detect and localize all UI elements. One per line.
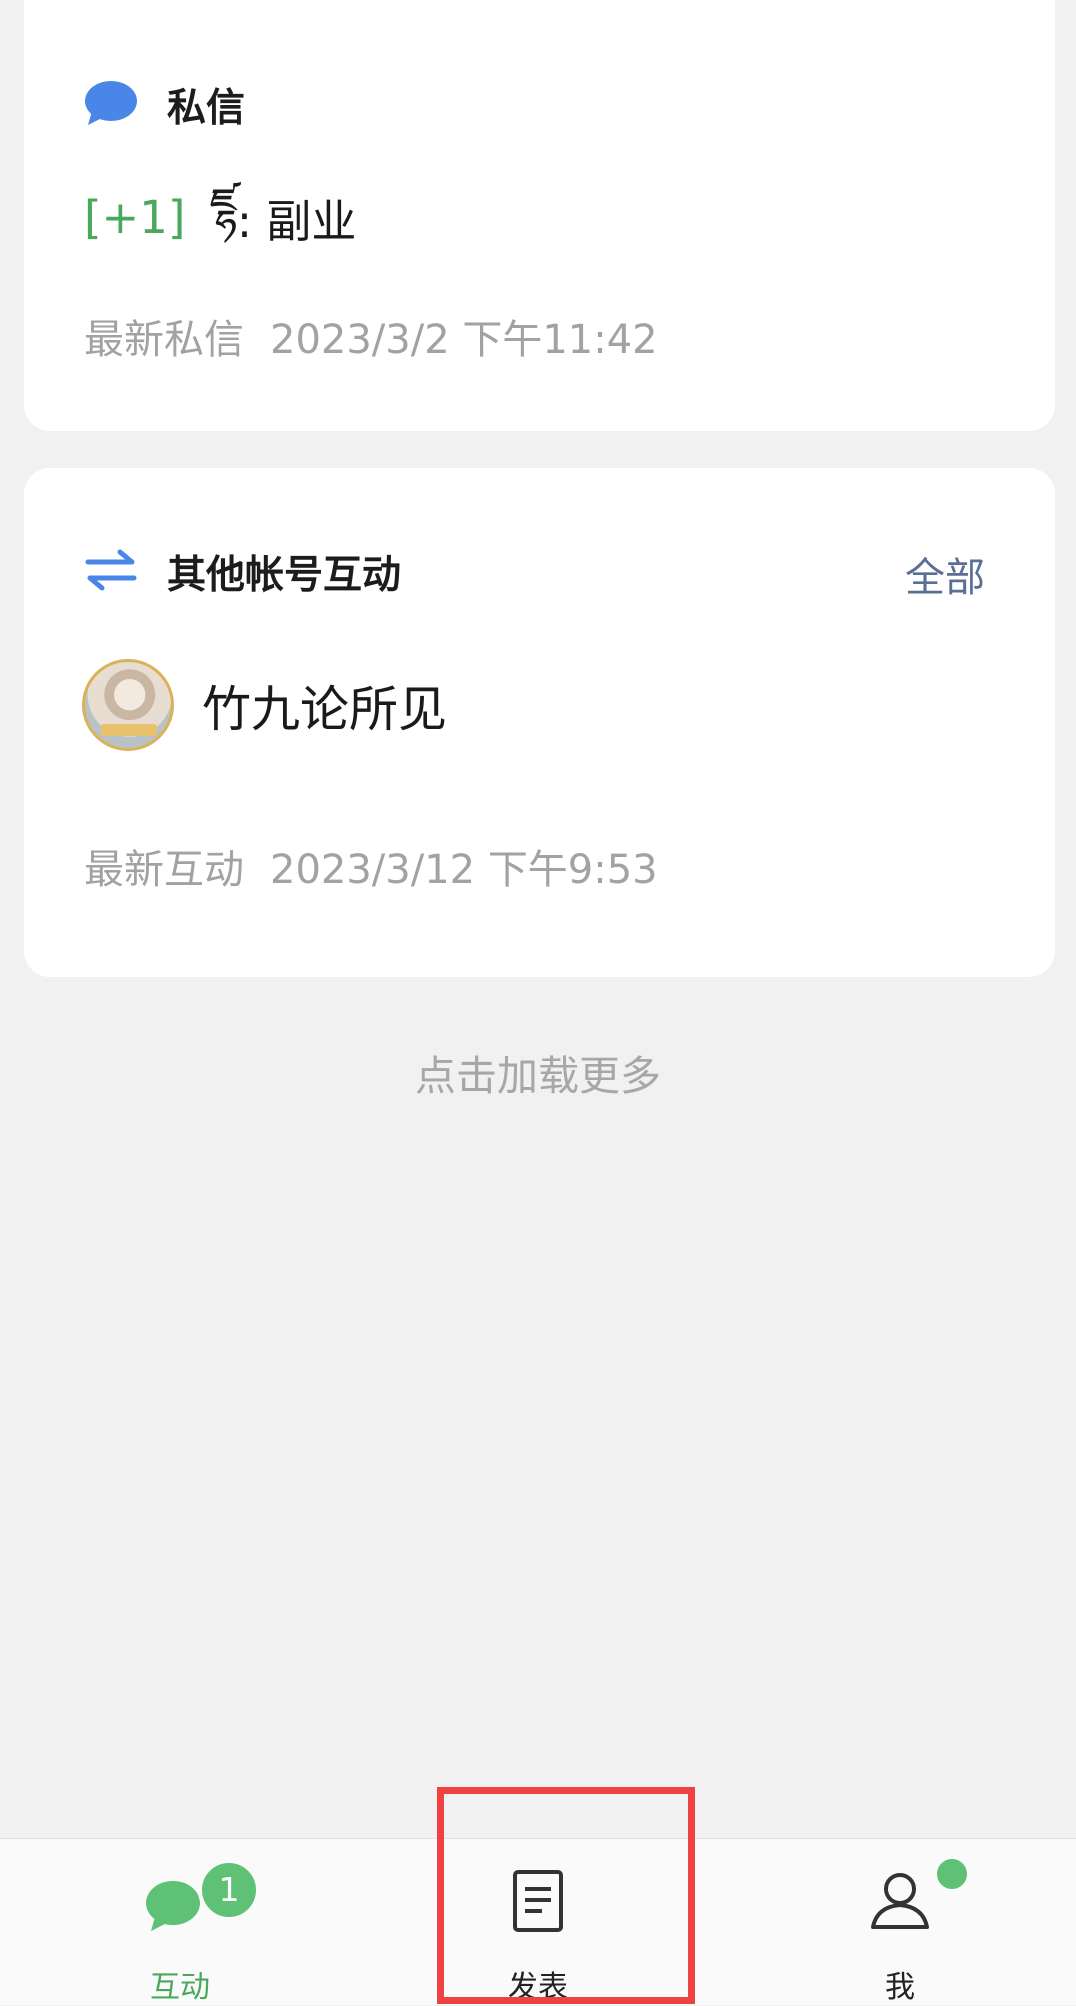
message-sender: ཛྷ: [209, 178, 237, 231]
tab-publish[interactable]: 发表: [428, 1839, 648, 2005]
latest-interaction-label: 最新互动: [84, 847, 244, 893]
see-all-link[interactable]: 全部: [905, 545, 985, 603]
latest-message-preview[interactable]: [+1] ཛྷ : 副业: [84, 154, 356, 281]
load-more-button[interactable]: 点击加载更多: [0, 1042, 1076, 1102]
latest-message-meta: 最新私信 2023/3/2 下午11:42: [84, 307, 658, 365]
tab-publish-label: 发表: [508, 1970, 568, 2005]
person-icon: [869, 1871, 931, 1935]
notification-dot: [934, 1856, 970, 1892]
avatar[interactable]: [82, 659, 174, 751]
tab-interact-label: 互动: [150, 1970, 210, 2005]
tab-me-label: 我: [885, 1970, 915, 2005]
tab-me[interactable]: 我: [790, 1839, 1010, 2005]
account-entry[interactable]: 竹九论所见: [82, 659, 447, 751]
document-icon: [512, 1869, 564, 1937]
bottom-tab-bar: 1 互动 发表 我: [0, 1838, 1076, 2005]
other-accounts-header: 其他帐号互动: [84, 544, 401, 600]
latest-message-label: 最新私信: [84, 317, 244, 363]
other-accounts-card[interactable]: 其他帐号互动 全部 竹九论所见 最新互动 2023/3/12 下午9:53: [24, 468, 1055, 977]
unread-badge: 1: [198, 1859, 260, 1921]
private-messages-header: 私信: [84, 77, 245, 133]
latest-message-time: 2023/3/2 下午11:42: [270, 317, 658, 363]
private-messages-card[interactable]: 私信 [+1] ཛྷ : 副业 最新私信 2023/3/2 下午11:42: [24, 0, 1055, 431]
account-name: 竹九论所见: [202, 680, 448, 738]
tab-interact[interactable]: 1 互动: [70, 1839, 290, 2005]
private-messages-title: 私信: [167, 86, 246, 131]
switch-arrows-icon: [84, 548, 138, 596]
latest-interaction-time: 2023/3/12 下午9:53: [270, 847, 658, 893]
chat-bubble-icon: [84, 79, 138, 131]
other-accounts-title: 其他帐号互动: [167, 553, 402, 598]
latest-interaction-meta: 最新互动 2023/3/12 下午9:53: [84, 837, 658, 895]
unread-count: [+1]: [84, 191, 186, 244]
message-text: : 副业: [236, 195, 357, 248]
